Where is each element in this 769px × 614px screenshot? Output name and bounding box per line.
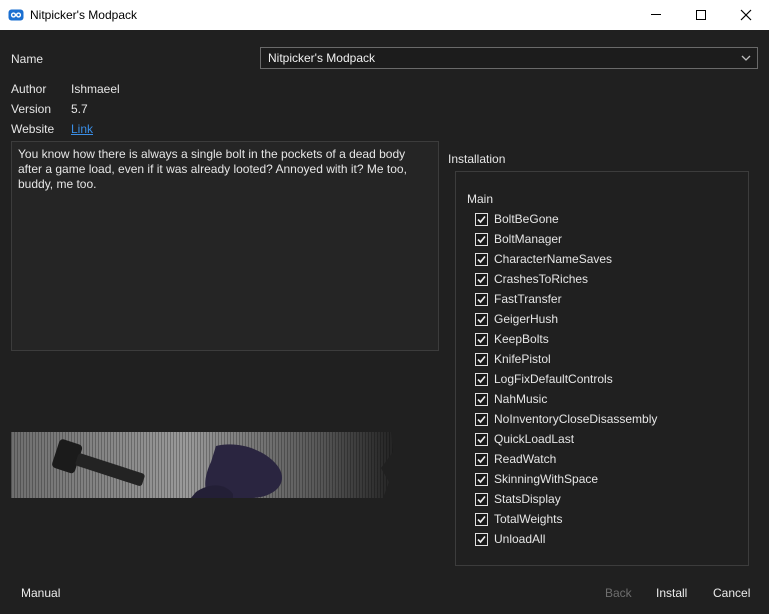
checkmark-icon [477, 495, 486, 504]
checkmark-icon [477, 235, 486, 244]
option-label: LogFixDefaultControls [494, 372, 613, 386]
option-row[interactable]: NoInventoryCloseDisassembly [475, 412, 735, 428]
option-label: BoltBeGone [494, 212, 559, 226]
option-label: CharacterNameSaves [494, 252, 613, 266]
option-checkbox[interactable] [475, 453, 488, 466]
installation-panel: Main BoltBeGone BoltManager CharacterNameS… [455, 171, 749, 566]
option-checkbox[interactable] [475, 413, 488, 426]
installation-label: Installation [448, 152, 506, 166]
option-checkbox[interactable] [475, 353, 488, 366]
group-label-main: Main [467, 192, 494, 206]
option-label: QuickLoadLast [494, 432, 575, 446]
option-row[interactable]: BoltManager [475, 232, 735, 248]
option-label: CrashesToRiches [494, 272, 589, 286]
option-row[interactable]: BoltBeGone [475, 212, 735, 228]
option-row[interactable]: KeepBolts [475, 332, 735, 348]
checkmark-icon [477, 435, 486, 444]
option-label: KeepBolts [494, 332, 549, 346]
option-checkbox[interactable] [475, 213, 488, 226]
name-select-value: Nitpicker's Modpack [268, 51, 375, 65]
close-button[interactable] [723, 0, 769, 30]
name-label: Name [11, 52, 44, 66]
website-link[interactable]: Link [71, 122, 93, 136]
install-button[interactable]: Install [656, 586, 687, 600]
checkmark-icon [477, 515, 486, 524]
checkmark-icon [477, 455, 486, 464]
option-checkbox[interactable] [475, 533, 488, 546]
option-label: NoInventoryCloseDisassembly [494, 412, 658, 426]
checkmark-icon [477, 395, 486, 404]
checkmark-icon [477, 275, 486, 284]
option-checkbox[interactable] [475, 293, 488, 306]
checkmark-icon [477, 475, 486, 484]
option-label: ReadWatch [494, 452, 557, 466]
option-row[interactable]: TotalWeights [475, 512, 735, 528]
option-row[interactable]: NahMusic [475, 392, 735, 408]
website-label: Website [11, 122, 55, 136]
checkmark-icon [477, 295, 486, 304]
option-label: StatsDisplay [494, 492, 561, 506]
option-checkbox[interactable] [475, 333, 488, 346]
option-row[interactable]: KnifePistol [475, 352, 735, 368]
option-checkbox[interactable] [475, 313, 488, 326]
checkmark-icon [477, 355, 486, 364]
option-checkbox[interactable] [475, 373, 488, 386]
checkmark-icon [477, 415, 486, 424]
option-label: BoltManager [494, 232, 563, 246]
option-row[interactable]: CharacterNameSaves [475, 252, 735, 268]
option-checkbox[interactable] [475, 253, 488, 266]
option-row[interactable]: CrashesToRiches [475, 272, 735, 288]
checkmark-icon [477, 215, 486, 224]
option-checkbox[interactable] [475, 473, 488, 486]
option-label: UnloadAll [494, 532, 546, 546]
name-select[interactable]: Nitpicker's Modpack [260, 47, 758, 69]
option-checkbox[interactable] [475, 393, 488, 406]
checkmark-icon [477, 255, 486, 264]
option-label: GeigerHush [494, 312, 559, 326]
option-row[interactable]: GeigerHush [475, 312, 735, 328]
option-row[interactable]: LogFixDefaultControls [475, 372, 735, 388]
option-row[interactable]: StatsDisplay [475, 492, 735, 508]
title-bar: Nitpicker's Modpack [0, 0, 769, 30]
author-label: Author [11, 82, 47, 96]
app-logo-icon [8, 9, 24, 21]
window-title: Nitpicker's Modpack [30, 8, 137, 22]
option-label: TotalWeights [494, 512, 563, 526]
option-label: FastTransfer [494, 292, 562, 306]
option-checkbox[interactable] [475, 493, 488, 506]
author-value: Ishmaeel [71, 82, 120, 96]
manual-button[interactable]: Manual [21, 586, 60, 600]
option-row[interactable]: QuickLoadLast [475, 432, 735, 448]
option-checkbox[interactable] [475, 233, 488, 246]
maximize-icon [696, 10, 706, 20]
option-row[interactable]: UnloadAll [475, 532, 735, 548]
back-button[interactable]: Back [605, 586, 632, 600]
option-label: KnifePistol [494, 352, 551, 366]
option-checkbox[interactable] [475, 513, 488, 526]
description-box[interactable]: You know how there is always a single bo… [11, 141, 439, 351]
option-row[interactable]: FastTransfer [475, 292, 735, 308]
option-row[interactable]: ReadWatch [475, 452, 735, 468]
chevron-down-icon [741, 55, 751, 61]
option-row[interactable]: SkinningWithSpace [475, 472, 735, 488]
close-icon [740, 9, 752, 21]
maximize-button[interactable] [678, 0, 724, 30]
checkmark-icon [477, 315, 486, 324]
minimize-button[interactable] [633, 0, 679, 30]
minimize-icon [651, 14, 661, 15]
option-label: SkinningWithSpace [494, 472, 599, 486]
mod-banner-image [11, 432, 400, 498]
option-checkbox[interactable] [475, 433, 488, 446]
checkmark-icon [477, 375, 486, 384]
option-label: NahMusic [494, 392, 548, 406]
option-checkbox[interactable] [475, 273, 488, 286]
checkmark-icon [477, 335, 486, 344]
cancel-button[interactable]: Cancel [713, 586, 750, 600]
version-value: 5.7 [71, 102, 88, 116]
version-label: Version [11, 102, 52, 116]
checkmark-icon [477, 535, 486, 544]
